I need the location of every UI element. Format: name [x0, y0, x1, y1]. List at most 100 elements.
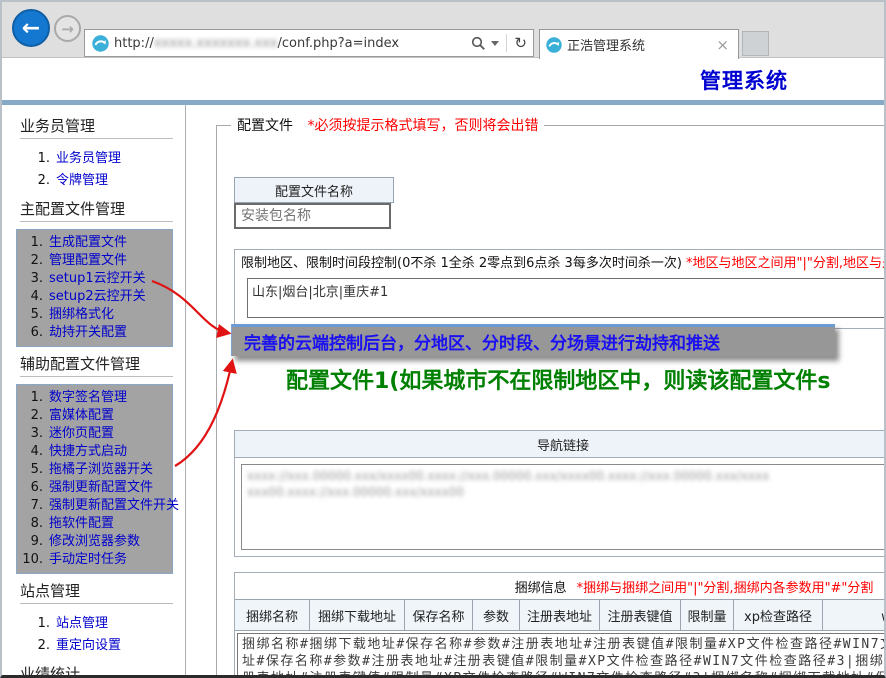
bundle-column-header: 限制量 [681, 600, 734, 630]
sidebar-item[interactable]: 3.迷你页配置 [19, 425, 170, 443]
sidebar-item[interactable]: 1. 生成配置文件 [19, 234, 170, 252]
sidebar-item[interactable]: 7.强制更新配置文件开关 [19, 497, 170, 515]
sidebar-item-link[interactable]: 捆绑格式化 [49, 306, 114, 324]
sidebar-item-link[interactable]: 管理配置文件 [49, 252, 127, 270]
refresh-icon[interactable]: ↻ [514, 36, 527, 51]
sidebar-item[interactable]: 2.管理配置文件 [19, 252, 170, 270]
bundle-content-textarea[interactable]: 捆绑名称#捆绑下载地址#保存名称#参数#注册表地址#注册表键值#限制量#XP文件… [237, 633, 884, 675]
sidebar-item[interactable]: 5.拖橘子浏览器开关 [19, 461, 170, 479]
back-button[interactable]: ← [12, 9, 50, 47]
toolbar-separator [506, 34, 507, 52]
sidebar-item-link[interactable]: 强制更新配置文件 [49, 479, 153, 497]
sidebar-item-link[interactable]: 站点管理 [56, 613, 108, 635]
url-text[interactable]: http:// xxxxx.xxxxxxx.xxx /conf.php?a=in… [114, 36, 471, 51]
sidebar-item-link[interactable]: 快捷方式启动 [49, 443, 127, 461]
bundle-column-header: 注册表键值 [600, 600, 681, 630]
sidebar-item-number: 2. [26, 635, 50, 657]
region-control-textarea[interactable]: 山东|烟台|北京|重庆#1 [247, 278, 884, 318]
sidebar-item[interactable]: 5.捆绑格式化 [19, 306, 170, 324]
sidebar-item[interactable]: 9. 修改浏览器参数 [19, 533, 170, 551]
sidebar-item[interactable]: 4. setup2云控开关 [19, 288, 170, 306]
annotation-text: 完善的云端控制后台，分地区、分时段、分场景进行劫持和推送 [244, 329, 720, 354]
bundle-column-header: xp检查路径 [734, 600, 823, 630]
nav-links-header: 导航链接 [235, 431, 884, 458]
sidebar-item[interactable]: 4. 快捷方式启动 [19, 443, 170, 461]
bundle-column-header: 参数 [473, 600, 520, 630]
sidebar-item-link[interactable]: 生成配置文件 [49, 234, 127, 252]
back-arrow-icon: ← [22, 16, 40, 41]
sidebar-item[interactable]: 8. 拖软件配置 [19, 515, 170, 533]
sidebar-item-link[interactable]: setup2云控开关 [49, 288, 146, 306]
sidebar-item-link[interactable]: 拖软件配置 [49, 515, 114, 533]
nav-links-textarea[interactable]: xxxx://xxx.00000.xxx/xxxx00.xxxx://xxx.0… [241, 464, 884, 550]
redacted-text-line: xxxx://xxx.00000.xxx/xxxx00.xxxx://xxx.0… [247, 468, 879, 484]
sidebar-item[interactable]: 10.手动定时任务 [19, 551, 170, 569]
redacted-text-line: xxx00.xxxx://xxx.00000.xxx/xxxx00 [247, 484, 879, 500]
sidebar-item[interactable]: 1. 站点管理 [26, 613, 173, 635]
fieldset-warning-text: *必须按提示格式填写，否则将会出错 [307, 118, 538, 134]
page-title: 管理系统 [700, 65, 788, 95]
browser-tab[interactable]: 正浩管理系统 × [539, 29, 739, 59]
tab-favicon [546, 37, 562, 53]
tab-title: 正浩管理系统 [567, 35, 713, 54]
sidebar-item[interactable]: 2. 富媒体配置 [19, 407, 170, 425]
sidebar-item[interactable]: 2. 重定向设置 [26, 635, 173, 657]
page-favicon [92, 35, 109, 52]
main-content: 配置文件 *必须按提示格式填写，否则将会出错 配置文件名称 限制地区、限制时间段… [186, 105, 884, 675]
page-body: 业务员管理1.业务员管理2.令牌管理主配置文件管理1.生成配置文件2.管理配置文… [2, 105, 884, 675]
page-header: 管理系统 [2, 58, 884, 100]
bundle-column-header: 保存名称 [405, 600, 473, 630]
sidebar-item-link[interactable]: 迷你页配置 [49, 425, 114, 443]
nav-links-box: 导航链接 xxxx://xxx.00000.xxx/xxxx00.xxxx://… [234, 430, 884, 557]
url-suffix: /conf.php?a=index [278, 36, 400, 51]
tab-close-icon[interactable]: × [713, 36, 732, 54]
green-note-text: 配置文件1(如果城市不在限制地区中，则读该配置文件s [286, 363, 830, 395]
sidebar-item-number: 4. [19, 288, 43, 306]
region-control-box: 限制地区、限制时间段控制(0不杀 1全杀 2零点到6点杀 3每多次时间杀一次) … [234, 249, 884, 329]
sidebar-item[interactable]: 6. 强制更新配置文件 [19, 479, 170, 497]
sidebar-item-link[interactable]: 拖橘子浏览器开关 [49, 461, 153, 479]
search-icon[interactable] [471, 36, 486, 51]
sidebar-item-link[interactable]: 令牌管理 [56, 170, 108, 192]
sidebar-item-number: 8. [19, 515, 43, 533]
sidebar-menu-box: 1. 生成配置文件2.管理配置文件3.setup1云控开关4. setup2云控开关… [16, 229, 173, 347]
sidebar-item-number: 1. [26, 148, 50, 170]
sidebar-item-number: 9. [19, 533, 43, 551]
sidebar-item[interactable]: 3.setup1云控开关 [19, 270, 170, 288]
sidebar-item-link[interactable]: 业务员管理 [56, 148, 121, 170]
url-prefix: http:// [114, 36, 154, 51]
sidebar-item[interactable]: 1. 业务员管理 [26, 148, 173, 170]
bundle-warning-text: *捆绑与捆绑之间用"|"分割,捆绑内各参数用"#"分割 [577, 577, 874, 596]
new-tab-button[interactable] [742, 31, 769, 56]
search-dropdown-caret-icon[interactable] [491, 41, 499, 46]
browser-toolbar: ← → http:// xxxxx.xxxxxxx.xxx /conf.php?… [2, 2, 884, 58]
sidebar-section-heading: 业绩统计 [20, 665, 173, 675]
sidebar-item-number: 4. [19, 443, 43, 461]
address-bar[interactable]: http:// xxxxx.xxxxxxx.xxx /conf.php?a=in… [84, 29, 534, 57]
sidebar-item[interactable]: 6. 劫持开关配置 [19, 324, 170, 342]
sidebar-item-number: 6. [19, 324, 43, 342]
sidebar-item-link[interactable]: 富媒体配置 [49, 407, 114, 425]
sidebar-item-number: 2. [19, 407, 43, 425]
forward-arrow-icon: → [61, 20, 74, 38]
sidebar-item-link[interactable]: setup1云控开关 [49, 270, 146, 288]
profile-name-input[interactable] [234, 203, 391, 229]
bundle-column-header: 捆绑下载地址 [310, 600, 405, 630]
bundle-column-header: win7检查路径 [823, 600, 884, 630]
sidebar-item-link[interactable]: 数字签名管理 [49, 389, 127, 407]
annotation-callout: 完善的云端控制后台，分地区、分时段、分场景进行劫持和推送 [231, 324, 835, 356]
sidebar-item-number: 1. [19, 389, 43, 407]
sidebar-item-number: 6. [19, 479, 43, 497]
sidebar-item[interactable]: 2.令牌管理 [26, 170, 173, 192]
sidebar-item-number: 1. [26, 613, 50, 635]
sidebar-item-link[interactable]: 手动定时任务 [49, 551, 127, 569]
bundle-title-row: 捆绑信息 *捆绑与捆绑之间用"|"分割,捆绑内各参数用"#"分割 [235, 573, 884, 599]
sidebar-item-link[interactable]: 强制更新配置文件开关 [49, 497, 179, 515]
sidebar-item[interactable]: 1. 数字签名管理 [19, 389, 170, 407]
sidebar-section-heading: 主配置文件管理 [20, 200, 173, 222]
sidebar-item-link[interactable]: 修改浏览器参数 [49, 533, 140, 551]
sidebar-item-link[interactable]: 劫持开关配置 [49, 324, 127, 342]
forward-button[interactable]: → [54, 15, 81, 42]
sidebar-item-number: 1. [19, 234, 43, 252]
sidebar-item-link[interactable]: 重定向设置 [56, 635, 121, 657]
